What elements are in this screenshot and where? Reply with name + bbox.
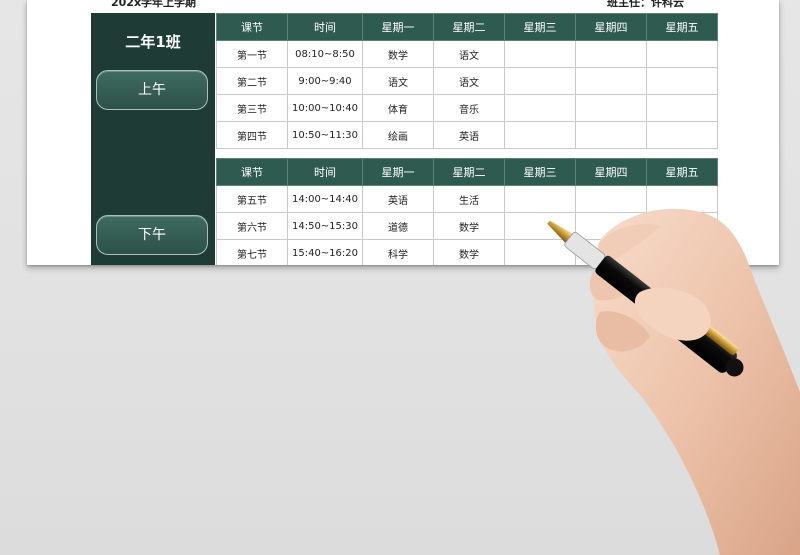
afternoon-button[interactable]: 下午 — [96, 215, 208, 255]
teacher-label: 班主任：许科云 — [607, 0, 684, 9]
col-header-lesson: 课节 — [216, 158, 288, 186]
header-row: 课节 时间 星期一 星期二 星期三 星期四 星期五 — [216, 158, 718, 186]
wed-cell[interactable] — [504, 67, 576, 95]
wed-cell[interactable] — [504, 185, 576, 213]
thu-cell[interactable] — [575, 121, 647, 149]
time-cell[interactable]: 14:00~14:40 — [287, 185, 363, 213]
table-row: 第七节 15:40~16:20 科学 数学 — [216, 239, 718, 265]
wed-cell[interactable] — [504, 40, 576, 68]
mon-cell[interactable]: 语文 — [362, 67, 434, 95]
fri-cell[interactable] — [646, 94, 718, 122]
thu-cell[interactable] — [575, 212, 647, 240]
table-row: 第三节 10:00~10:40 体育 音乐 — [216, 94, 718, 122]
col-header-fri: 星期五 — [646, 158, 718, 186]
table-row: 第六节 14:50~15:30 道德 数学 — [216, 212, 718, 240]
morning-button[interactable]: 上午 — [96, 70, 208, 110]
tue-cell[interactable]: 音乐 — [433, 94, 505, 122]
lesson-cell[interactable]: 第七节 — [216, 239, 288, 265]
afternoon-timetable: 课节 时间 星期一 星期二 星期三 星期四 星期五 第五节 14:00~14:4… — [216, 158, 718, 265]
mon-cell[interactable]: 绘画 — [362, 121, 434, 149]
col-header-thu: 星期四 — [575, 13, 647, 41]
tue-cell[interactable]: 语文 — [433, 67, 505, 95]
time-cell[interactable]: 9:00~9:40 — [287, 67, 363, 95]
col-header-time: 时间 — [287, 13, 363, 41]
thu-cell[interactable] — [575, 185, 647, 213]
time-cell[interactable]: 15:40~16:20 — [287, 239, 363, 265]
mon-cell[interactable]: 道德 — [362, 212, 434, 240]
tue-cell[interactable]: 语文 — [433, 40, 505, 68]
fri-cell[interactable] — [646, 185, 718, 213]
col-header-lesson: 课节 — [216, 13, 288, 41]
fri-cell[interactable] — [646, 67, 718, 95]
thu-cell[interactable] — [575, 40, 647, 68]
table-row: 第二节 9:00~9:40 语文 语文 — [216, 67, 718, 95]
table-row: 第四节 10:50~11:30 绘画 英语 — [216, 121, 718, 149]
col-header-tue: 星期二 — [433, 13, 505, 41]
spreadsheet-sheet: 202x学年上学期 班主任：许科云 二年1班 上午 下午 课节 时间 星期一 星… — [27, 0, 779, 265]
col-header-mon: 星期一 — [362, 158, 434, 186]
fri-cell[interactable] — [646, 40, 718, 68]
tue-cell[interactable]: 生活 — [433, 185, 505, 213]
time-cell[interactable]: 08:10~8:50 — [287, 40, 363, 68]
thu-cell[interactable] — [575, 239, 647, 265]
time-cell[interactable]: 10:50~11:30 — [287, 121, 363, 149]
lesson-cell[interactable]: 第五节 — [216, 185, 288, 213]
col-header-wed: 星期三 — [504, 158, 576, 186]
wed-cell[interactable] — [504, 94, 576, 122]
fri-cell[interactable] — [646, 121, 718, 149]
class-sidebar: 二年1班 上午 下午 — [91, 13, 215, 265]
lesson-cell[interactable]: 第二节 — [216, 67, 288, 95]
table-row: 第一节 08:10~8:50 数学 语文 — [216, 40, 718, 68]
thu-cell[interactable] — [575, 67, 647, 95]
header-row: 课节 时间 星期一 星期二 星期三 星期四 星期五 — [216, 13, 718, 41]
time-cell[interactable]: 10:00~10:40 — [287, 94, 363, 122]
mon-cell[interactable]: 英语 — [362, 185, 434, 213]
fri-cell[interactable] — [646, 212, 718, 240]
morning-timetable: 课节 时间 星期一 星期二 星期三 星期四 星期五 第一节 08:10~8:50… — [216, 13, 718, 149]
tue-cell[interactable]: 数学 — [433, 212, 505, 240]
col-header-wed: 星期三 — [504, 13, 576, 41]
thu-cell[interactable] — [575, 94, 647, 122]
mon-cell[interactable]: 科学 — [362, 239, 434, 265]
time-cell[interactable]: 14:50~15:30 — [287, 212, 363, 240]
mon-cell[interactable]: 数学 — [362, 40, 434, 68]
lesson-cell[interactable]: 第三节 — [216, 94, 288, 122]
wed-cell[interactable] — [504, 121, 576, 149]
wed-cell[interactable] — [504, 239, 576, 265]
wed-cell[interactable] — [504, 212, 576, 240]
table-row: 第五节 14:00~14:40 英语 生活 — [216, 185, 718, 213]
fri-cell[interactable] — [646, 239, 718, 265]
col-header-tue: 星期二 — [433, 158, 505, 186]
col-header-fri: 星期五 — [646, 13, 718, 41]
lesson-cell[interactable]: 第六节 — [216, 212, 288, 240]
mon-cell[interactable]: 体育 — [362, 94, 434, 122]
lesson-cell[interactable]: 第一节 — [216, 40, 288, 68]
tue-cell[interactable]: 英语 — [433, 121, 505, 149]
col-header-mon: 星期一 — [362, 13, 434, 41]
col-header-thu: 星期四 — [575, 158, 647, 186]
col-header-time: 时间 — [287, 158, 363, 186]
tue-cell[interactable]: 数学 — [433, 239, 505, 265]
lesson-cell[interactable]: 第四节 — [216, 121, 288, 149]
term-label: 202x学年上学期 — [111, 0, 197, 9]
class-name: 二年1班 — [125, 33, 181, 51]
